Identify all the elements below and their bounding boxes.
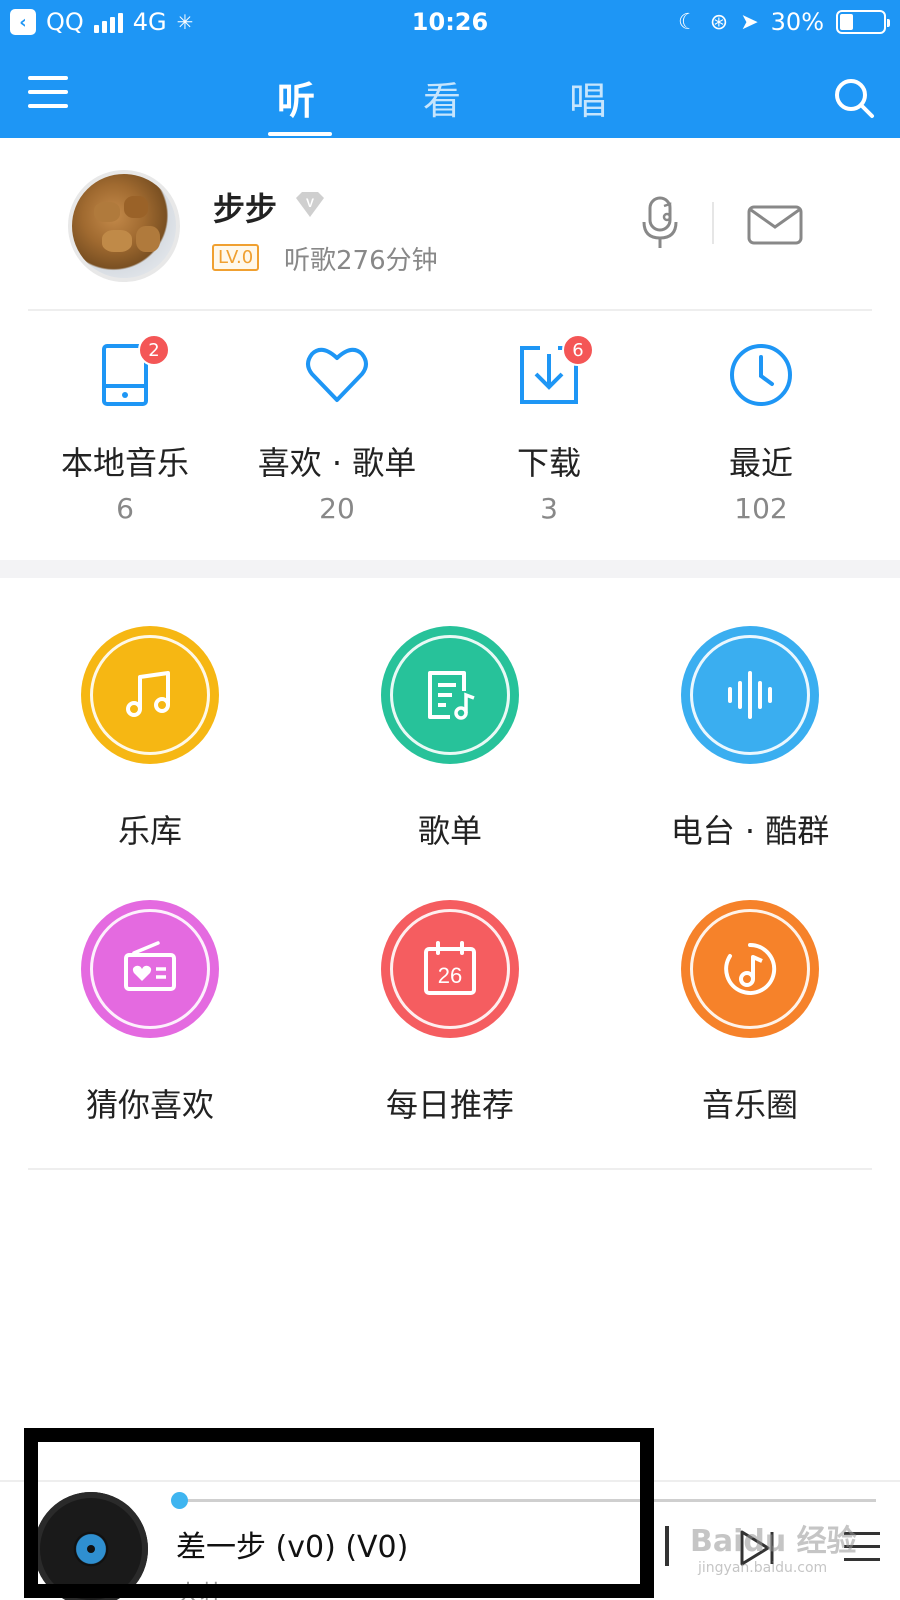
soundwave-icon bbox=[728, 671, 772, 719]
quick-stat-count: 6 bbox=[116, 492, 134, 525]
feature-label: 猜你喜欢 bbox=[85, 1086, 214, 1124]
feature-label: 乐库 bbox=[117, 812, 182, 850]
listen-time: 听歌276分钟 bbox=[284, 246, 438, 276]
microphone-icon[interactable] bbox=[640, 196, 682, 250]
feature-circle bbox=[81, 626, 219, 764]
music-circle-icon bbox=[724, 942, 777, 995]
status-right: ☾ ⊛ ➤ 30% bbox=[678, 8, 890, 36]
heart-icon bbox=[306, 347, 368, 402]
status-bar: ‹ QQ 4G ✳ 10:26 ☾ ⊛ ➤ 30% bbox=[0, 0, 900, 46]
clock-icon bbox=[730, 344, 792, 406]
quick-stat-count: 3 bbox=[540, 492, 558, 525]
quick-stat-favorites[interactable]: 喜欢 · 歌单 20 bbox=[237, 340, 437, 525]
battery-percent: 30% bbox=[770, 8, 824, 36]
quick-stat-count: 102 bbox=[734, 492, 788, 525]
quick-stat-label: 喜欢 · 歌单 bbox=[257, 444, 417, 482]
quick-stat-label: 最近 bbox=[728, 444, 793, 482]
rotation-lock-icon: ⊛ bbox=[709, 9, 729, 35]
location-icon: ➤ bbox=[740, 9, 759, 35]
active-tab-indicator bbox=[268, 132, 332, 136]
radio-heart-icon bbox=[124, 941, 176, 991]
feature-label: 电台 · 酷群 bbox=[670, 812, 830, 850]
feature-music-library[interactable]: 乐库 bbox=[0, 626, 300, 852]
playlist-icon bbox=[428, 671, 475, 720]
section-separator bbox=[0, 560, 900, 578]
tab-sing[interactable]: 唱 bbox=[548, 70, 628, 125]
divider bbox=[28, 1168, 872, 1170]
feature-circle: 26 bbox=[381, 900, 519, 1038]
feature-label: 每日推荐 bbox=[385, 1086, 514, 1124]
level-badge: LV.0 bbox=[212, 244, 260, 271]
feature-radio[interactable]: 电台 · 酷群 bbox=[600, 626, 900, 852]
music-note-icon bbox=[126, 671, 170, 717]
feature-circle bbox=[81, 900, 219, 1038]
diamond-vip-icon[interactable]: V bbox=[292, 190, 328, 220]
quick-stat-label: 本地音乐 bbox=[60, 444, 189, 482]
feature-daily-picks[interactable]: 26 每日推荐 bbox=[300, 900, 600, 1126]
quick-stat-count: 20 bbox=[319, 492, 355, 525]
feature-music-circle[interactable]: 音乐圈 bbox=[600, 900, 900, 1126]
mail-icon[interactable] bbox=[747, 205, 803, 245]
quick-stat-recent[interactable]: 最近 102 bbox=[661, 340, 861, 525]
feature-circle bbox=[381, 626, 519, 764]
profile-divider bbox=[712, 202, 714, 244]
tab-listen[interactable]: 听 bbox=[256, 70, 336, 125]
watermark: Baidu 经验 jingyan.baidu.com bbox=[690, 1516, 857, 1576]
annotation-highlight-box bbox=[24, 1428, 654, 1598]
avatar[interactable] bbox=[68, 170, 180, 282]
feature-circle bbox=[681, 900, 819, 1038]
feature-label: 音乐圈 bbox=[701, 1086, 798, 1124]
menu-icon[interactable] bbox=[28, 76, 68, 110]
feature-playlists[interactable]: 歌单 bbox=[300, 626, 600, 852]
username[interactable]: 步步 bbox=[213, 184, 277, 230]
feature-circle bbox=[681, 626, 819, 764]
feature-label: 歌单 bbox=[417, 812, 482, 850]
calendar-day: 26 bbox=[438, 963, 462, 988]
tab-watch[interactable]: 看 bbox=[402, 70, 482, 125]
notification-badge: 6 bbox=[562, 334, 594, 366]
watermark-brand: Baidu 经验 bbox=[690, 1524, 857, 1559]
search-icon[interactable] bbox=[832, 76, 876, 120]
play-pause-button[interactable] bbox=[665, 1526, 669, 1566]
notification-badge: 2 bbox=[138, 334, 170, 366]
watermark-url: jingyan.baidu.com bbox=[698, 1560, 828, 1576]
quick-stat-label: 下载 bbox=[516, 444, 581, 482]
divider bbox=[28, 309, 872, 311]
top-navbar: 听 看 唱 bbox=[0, 46, 900, 138]
quick-stat-download[interactable]: 6 下载 3 bbox=[449, 334, 649, 525]
feature-guess-you-like[interactable]: 猜你喜欢 bbox=[0, 900, 300, 1126]
svg-text:V: V bbox=[306, 196, 314, 210]
battery-icon bbox=[836, 10, 890, 34]
moon-icon: ☾ bbox=[678, 9, 698, 35]
quick-stat-local-music[interactable]: 2 本地音乐 6 bbox=[25, 334, 225, 525]
calendar-icon: 26 bbox=[424, 941, 476, 995]
